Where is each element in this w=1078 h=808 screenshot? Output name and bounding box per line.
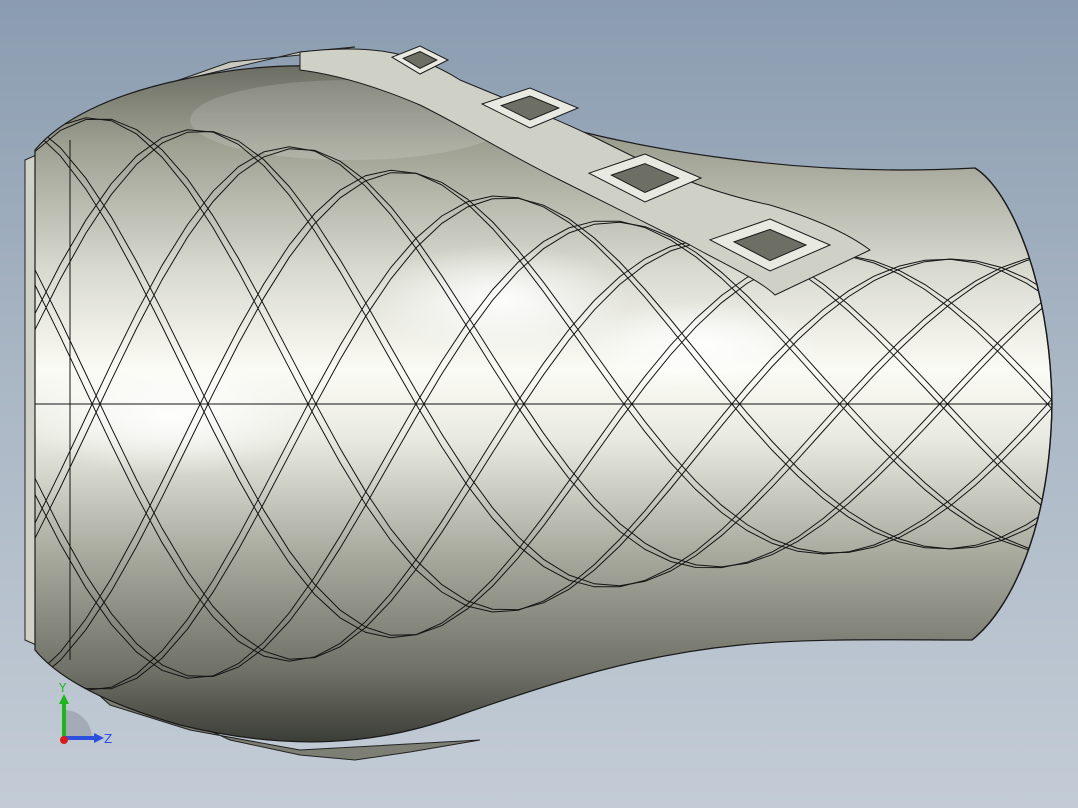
z-axis-head	[94, 733, 104, 743]
axis-triad: Y Z	[58, 682, 112, 746]
vase-3d-model[interactable]	[0, 0, 1078, 808]
triad-quadrant	[64, 710, 92, 738]
graphics-viewport[interactable]: Y Z	[0, 0, 1078, 808]
y-axis-label: Y	[58, 682, 67, 695]
z-axis-label: Z	[104, 732, 112, 746]
x-axis-dot	[60, 736, 68, 744]
y-axis-head	[59, 694, 69, 704]
